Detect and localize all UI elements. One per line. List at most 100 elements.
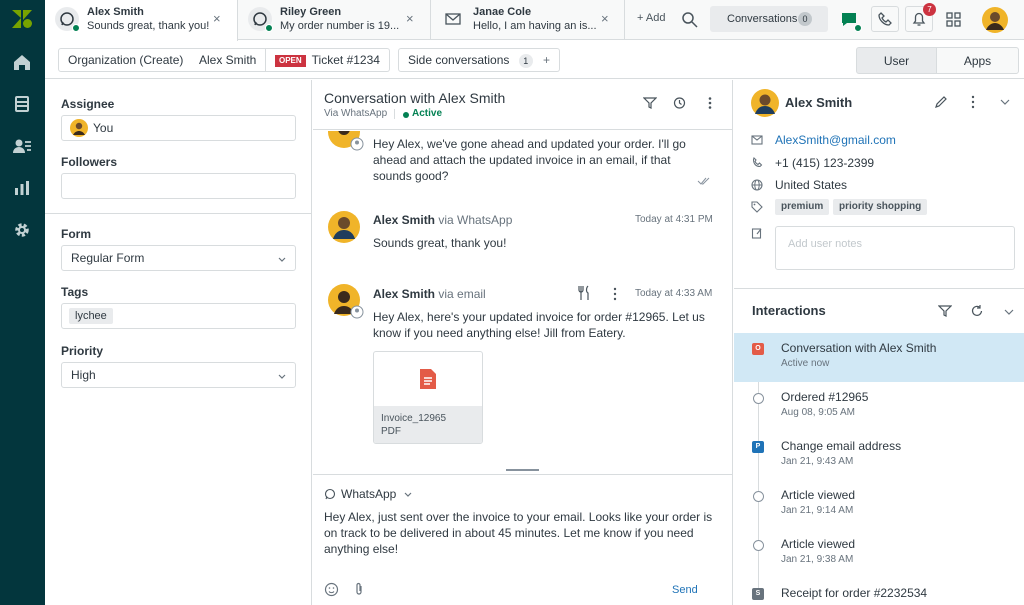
apps-grid-icon[interactable] bbox=[942, 8, 966, 32]
tab-riley-green[interactable]: Riley Green My order number is 19... × bbox=[238, 0, 431, 40]
interaction-item[interactable]: P Change email address Jan 21, 9:43 AM bbox=[734, 431, 1024, 480]
user-tag[interactable]: priority shopping bbox=[833, 199, 928, 215]
form-select[interactable]: Regular Form bbox=[61, 245, 296, 271]
interaction-item[interactable]: Article viewed Jan 21, 9:14 AM bbox=[734, 480, 1024, 529]
admin-gear-icon[interactable] bbox=[11, 219, 33, 241]
tab-janae-cole[interactable]: Janae Cole Hello, I am having an is... × bbox=[431, 0, 625, 40]
side-conversations-button[interactable]: Side conversations 1 bbox=[398, 48, 543, 72]
send-button[interactable]: Send bbox=[672, 584, 698, 596]
reply-text-area[interactable]: Hey Alex, just sent over the invoice to … bbox=[324, 509, 719, 557]
user-context-toggle[interactable]: User bbox=[856, 47, 937, 74]
invoice-attachment[interactable]: Invoice_12965 PDF bbox=[373, 351, 483, 444]
interaction-title: Conversation with Alex Smith bbox=[781, 341, 937, 355]
ticket-breadcrumb[interactable]: OPEN Ticket #1234 bbox=[266, 48, 390, 72]
tags-field[interactable]: lychee bbox=[61, 303, 296, 329]
interaction-item[interactable]: O Conversation with Alex Smith Active no… bbox=[734, 333, 1024, 382]
more-options-icon[interactable] bbox=[703, 96, 717, 110]
zendesk-logo[interactable] bbox=[10, 8, 34, 30]
interaction-item[interactable]: S Receipt for order #2232534 bbox=[734, 578, 1024, 605]
online-status-dot bbox=[265, 24, 273, 32]
edit-pencil-icon[interactable] bbox=[934, 95, 948, 109]
conversations-button[interactable]: Conversations 0 bbox=[710, 6, 828, 32]
collapse-chevron-icon[interactable] bbox=[1004, 308, 1014, 316]
resize-handle[interactable] bbox=[506, 469, 539, 471]
conversation-panel: Conversation with Alex Smith Via WhatsAp… bbox=[313, 80, 733, 605]
tab-preview: Sounds great, thank you! bbox=[87, 20, 210, 32]
messaging-status-button[interactable] bbox=[836, 6, 862, 32]
notifications-button[interactable]: 7 bbox=[905, 3, 936, 32]
ticket-properties-panel: Assignee You Followers Form Regular Form… bbox=[45, 80, 312, 605]
add-tab-button[interactable]: + Add bbox=[637, 12, 665, 24]
message-text: Hey Alex, here's your updated invoice fo… bbox=[373, 310, 705, 340]
user-breadcrumb[interactable]: Alex Smith bbox=[190, 48, 267, 72]
interaction-subtitle: Jan 21, 9:14 AM bbox=[781, 505, 854, 516]
organization-create-button[interactable]: Organization (Create) bbox=[58, 48, 194, 72]
divider bbox=[45, 213, 312, 214]
interaction-item[interactable]: Article viewed Jan 21, 9:38 AM bbox=[734, 529, 1024, 578]
conversation-marker-icon: O bbox=[752, 343, 764, 355]
filter-icon[interactable] bbox=[938, 304, 952, 318]
attachment-meta: Invoice_12965 PDF bbox=[374, 406, 482, 443]
customers-icon[interactable] bbox=[11, 135, 33, 157]
translate-icon[interactable] bbox=[578, 285, 592, 301]
search-icon[interactable] bbox=[678, 8, 702, 32]
close-tab-icon[interactable]: × bbox=[406, 11, 414, 26]
home-icon[interactable] bbox=[11, 51, 33, 73]
read-receipt-icon bbox=[697, 177, 710, 185]
agent-message-avatar bbox=[328, 284, 364, 319]
talk-button[interactable] bbox=[871, 6, 899, 32]
views-icon[interactable] bbox=[11, 93, 33, 115]
interaction-title: Change email address bbox=[781, 439, 902, 453]
tab-preview: My order number is 19... bbox=[280, 20, 400, 32]
interaction-item[interactable]: Ordered #12965 Aug 08, 9:05 AM bbox=[734, 382, 1024, 431]
timeline-circle-icon bbox=[753, 540, 764, 551]
interactions-header: Interactions bbox=[734, 288, 1024, 333]
message-thread: Hey Alex, we've gone ahead and updated y… bbox=[313, 131, 733, 474]
user-tag[interactable]: premium bbox=[775, 199, 830, 215]
tab-name: Alex Smith bbox=[87, 6, 144, 18]
refresh-icon[interactable] bbox=[970, 304, 984, 318]
conversation-header: Conversation with Alex Smith Via WhatsAp… bbox=[313, 80, 733, 130]
tab-alex-smith[interactable]: Alex Smith Sounds great, thank you! × bbox=[45, 0, 238, 41]
assignee-field[interactable]: You bbox=[61, 115, 296, 141]
add-side-conversation-button[interactable]: + bbox=[534, 48, 561, 72]
timeline-circle-icon bbox=[753, 491, 764, 502]
message-text: Hey Alex, we've gone ahead and updated y… bbox=[373, 137, 686, 183]
close-tab-icon[interactable]: × bbox=[601, 11, 609, 26]
priority-select[interactable]: High bbox=[61, 362, 296, 388]
attachment-icon[interactable] bbox=[353, 582, 365, 597]
reporting-icon[interactable] bbox=[11, 177, 33, 199]
apps-context-toggle[interactable]: Apps bbox=[936, 47, 1019, 74]
user-notes-input[interactable]: Add user notes bbox=[775, 226, 1015, 270]
agent-avatar[interactable] bbox=[981, 6, 1009, 34]
pdf-file-icon bbox=[420, 369, 436, 389]
interaction-subtitle: Jan 21, 9:43 AM bbox=[781, 456, 854, 467]
online-status-dot bbox=[854, 24, 862, 32]
assignee-avatar bbox=[70, 119, 88, 137]
filter-icon[interactable] bbox=[643, 96, 657, 110]
tags-label: Tags bbox=[61, 285, 89, 299]
collapse-chevron-icon[interactable] bbox=[1000, 98, 1010, 106]
conversation-channel: Via WhatsApp bbox=[324, 108, 388, 119]
customer-email[interactable]: AlexSmith@gmail.com bbox=[775, 133, 896, 147]
whatsapp-icon bbox=[324, 488, 336, 500]
tag-chip[interactable]: lychee bbox=[69, 308, 113, 324]
followers-field[interactable] bbox=[61, 173, 296, 199]
conversations-label: Conversations bbox=[727, 13, 798, 25]
close-tab-icon[interactable]: × bbox=[213, 11, 221, 26]
interaction-subtitle: Jan 21, 9:38 AM bbox=[781, 554, 854, 565]
message-more-icon[interactable] bbox=[609, 287, 621, 301]
customer-avatar bbox=[751, 89, 779, 117]
channel-selector-label: WhatsApp bbox=[341, 487, 397, 501]
history-icon[interactable] bbox=[672, 96, 686, 110]
emoji-icon[interactable] bbox=[324, 582, 339, 597]
conversation-status: Active bbox=[412, 108, 443, 119]
channel-selector[interactable]: WhatsApp bbox=[341, 487, 412, 501]
priority-value: High bbox=[71, 368, 96, 382]
ticket-tabs-bar: Alex Smith Sounds great, thank you! × Ri… bbox=[45, 0, 1024, 41]
profile-change-marker-icon: P bbox=[752, 441, 764, 453]
interaction-title: Ordered #12965 bbox=[781, 390, 869, 404]
message-time: Today at 4:31 PM bbox=[635, 214, 713, 225]
chevron-down-icon bbox=[404, 492, 412, 497]
more-options-icon[interactable] bbox=[967, 95, 979, 109]
